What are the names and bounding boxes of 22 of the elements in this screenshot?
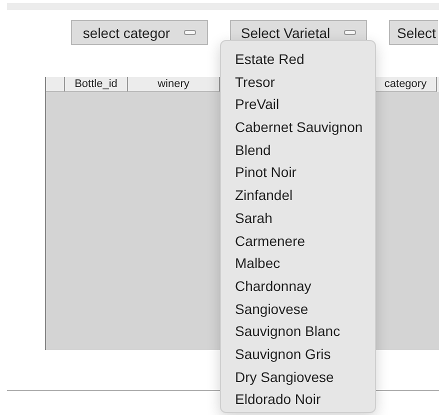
menu-item[interactable]: Zinfandel (226, 184, 370, 207)
column-header[interactable]: Bottle_id (65, 77, 128, 92)
menu-item[interactable]: Sangiovese (226, 298, 370, 320)
menu-item[interactable]: Estate Red (226, 48, 370, 71)
menu-item[interactable]: Malbec (226, 252, 370, 275)
menu-item[interactable]: Eldorado Noir (226, 388, 370, 411)
popup-button[interactable]: Select (389, 20, 438, 45)
menu-item[interactable]: Sauvignon Gris (226, 342, 370, 366)
menu-indicator-icon (184, 30, 196, 35)
menu-item[interactable]: PreVail (226, 93, 370, 116)
menu-item[interactable]: Sauvignon Blanc (226, 320, 370, 343)
menu-item[interactable]: Chardonnay (226, 274, 370, 298)
corner-header (46, 77, 65, 92)
menu-item[interactable]: Cabernet Sauvignon (226, 116, 370, 139)
menu-indicator-icon (344, 30, 356, 35)
menu-item[interactable]: Pinot Noir (226, 161, 370, 184)
menu-item[interactable]: Sarah (226, 206, 370, 230)
popup-button[interactable]: select categor (71, 20, 208, 45)
menu-item[interactable]: Tresor (226, 70, 370, 94)
menu-item[interactable]: Dry Sangiovese (226, 366, 370, 388)
menu-item[interactable]: Carmenere (226, 230, 370, 252)
menu-item[interactable]: Blend (226, 138, 370, 162)
